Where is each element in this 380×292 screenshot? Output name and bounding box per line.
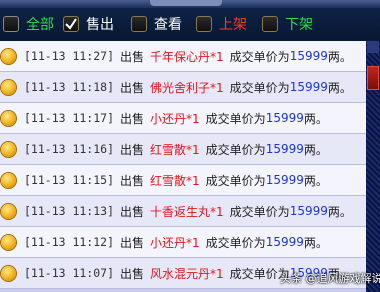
trade-record-row[interactable]: [11-13 11:13] 出售 十香返生丸*1 成交单价为 15999 两。 (0, 196, 366, 227)
filter-delisted-checkbox[interactable] (262, 16, 278, 32)
record-unit: 两。 (327, 80, 352, 95)
record-unit: 两。 (303, 111, 328, 126)
window-title-tab (150, 0, 222, 6)
record-price: 15999 (289, 204, 328, 218)
filter-sold-checkbox[interactable] (63, 16, 79, 32)
record-action: 出售 (120, 204, 145, 219)
record-item: 小还丹*1 (150, 111, 200, 126)
record-time: [11-13 11:12] (24, 235, 115, 249)
record-deal-text: 成交单价为 (205, 173, 266, 188)
coin-icon (1, 234, 16, 250)
filter-listed[interactable]: 上架 (196, 14, 247, 34)
record-item: 千年保心丹*1 (150, 49, 224, 64)
filter-view[interactable]: 查看 (131, 14, 182, 34)
record-price: 15999 (265, 142, 304, 156)
record-time: [11-13 11:16] (24, 142, 115, 156)
record-item: 小还丹*1 (150, 235, 200, 250)
record-action: 出售 (120, 80, 145, 95)
record-action: 出售 (120, 142, 145, 157)
record-action: 出售 (120, 173, 145, 188)
record-action: 出售 (120, 235, 145, 250)
record-time: [11-13 11:13] (24, 204, 115, 218)
scrollbar-thumb[interactable] (367, 66, 379, 90)
record-deal-text: 成交单价为 (229, 204, 290, 219)
scroll-up-button[interactable] (367, 41, 379, 53)
trade-record-row[interactable]: [11-13 11:17] 出售 小还丹*1 成交单价为 15999 两。 (0, 103, 366, 134)
coin-icon (1, 141, 16, 157)
record-time: [11-13 11:18] (24, 80, 115, 94)
coin-icon (1, 203, 16, 219)
record-price: 15999 (265, 235, 304, 249)
record-time: [11-13 11:17] (24, 111, 115, 125)
record-unit: 两。 (303, 173, 328, 188)
record-deal-text: 成交单价为 (229, 49, 290, 64)
record-action: 出售 (120, 49, 145, 64)
record-item: 红雪散*1 (150, 142, 200, 157)
trade-record-row[interactable]: [11-13 11:12] 出售 小还丹*1 成交单价为 15999 两。 (0, 227, 366, 258)
filter-listed-checkbox[interactable] (196, 16, 212, 32)
trade-record-row[interactable]: [11-13 11:18] 出售 佛光舍利子*1 成交单价为 15999 两。 (0, 72, 366, 103)
filter-sold-label: 售出 (86, 17, 114, 33)
coin-icon (1, 172, 16, 188)
filter-delisted[interactable]: 下架 (262, 14, 313, 34)
record-action: 出售 (120, 266, 145, 281)
record-price: 15999 (265, 111, 304, 125)
filter-bar: 全部 售出 查看 上架 下架 (0, 8, 380, 40)
record-item: 十香返生丸*1 (150, 204, 224, 219)
filter-view-label: 查看 (154, 17, 182, 33)
record-unit: 两。 (303, 235, 328, 250)
record-price: 15999 (265, 173, 304, 187)
record-time: [11-13 11:27] (24, 49, 115, 63)
filter-sold[interactable]: 售出 (63, 14, 114, 34)
filter-all[interactable]: 全部 (3, 14, 54, 34)
trade-record-row[interactable]: [11-13 11:16] 出售 红雪散*1 成交单价为 15999 两。 (0, 134, 366, 165)
record-unit: 两。 (327, 204, 352, 219)
trade-record-row[interactable]: [11-13 11:27] 出售 千年保心丹*1 成交单价为 15999 两。 (0, 41, 366, 72)
trade-record-list: [11-13 11:27] 出售 千年保心丹*1 成交单价为 15999 两。 [1… (0, 41, 366, 292)
record-price: 15999 (289, 80, 328, 94)
filter-listed-label: 上架 (219, 17, 247, 33)
window-top-edge (0, 0, 380, 8)
record-action: 出售 (120, 111, 145, 126)
filter-view-checkbox[interactable] (131, 16, 147, 32)
filter-all-label: 全部 (26, 17, 54, 33)
coin-icon (1, 110, 16, 126)
coin-icon (1, 265, 16, 281)
record-deal-text: 成交单价为 (229, 80, 290, 95)
record-item: 风水混元丹*1 (150, 266, 224, 281)
record-item: 佛光舍利子*1 (150, 80, 224, 95)
record-unit: 两。 (303, 142, 328, 157)
watermark: 头条 @追风游戏解说 (280, 272, 380, 285)
record-time: [11-13 11:07] (24, 266, 115, 280)
coin-icon (1, 48, 16, 64)
record-time: [11-13 11:15] (24, 173, 115, 187)
record-deal-text: 成交单价为 (205, 142, 266, 157)
list-scrollbar[interactable] (366, 41, 380, 292)
checkmark-icon (65, 18, 77, 30)
trade-record-row[interactable]: [11-13 11:15] 出售 红雪散*1 成交单价为 15999 两。 (0, 165, 366, 196)
coin-icon (1, 79, 16, 95)
record-unit: 两。 (327, 49, 352, 64)
record-price: 15999 (289, 49, 328, 63)
filter-delisted-label: 下架 (285, 17, 313, 33)
record-item: 红雪散*1 (150, 173, 200, 188)
filter-all-checkbox[interactable] (3, 16, 19, 32)
record-deal-text: 成交单价为 (205, 235, 266, 250)
record-deal-text: 成交单价为 (205, 111, 266, 126)
